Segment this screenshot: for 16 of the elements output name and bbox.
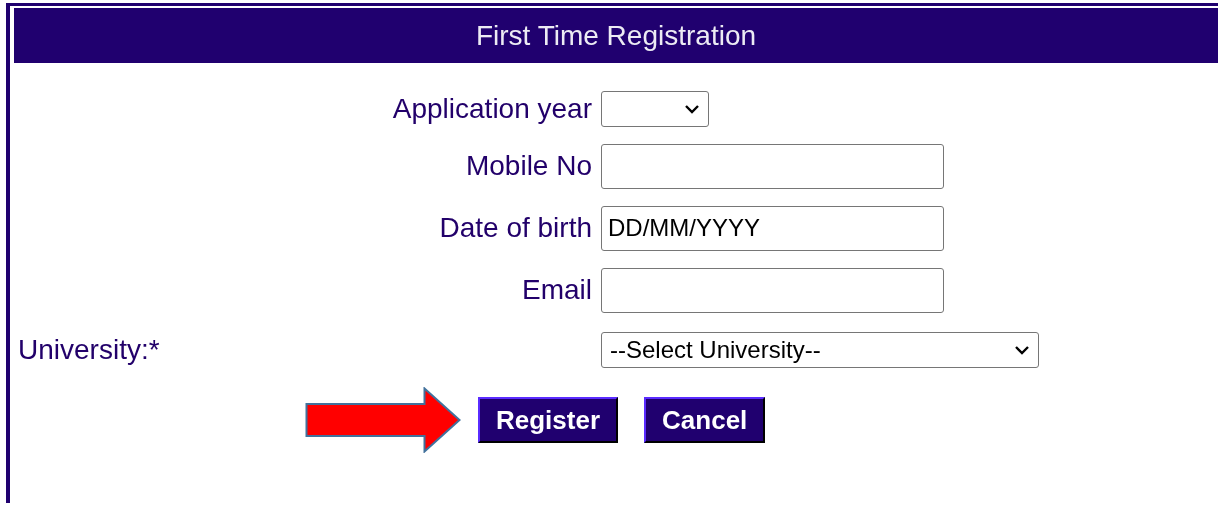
year-dropdown[interactable] (601, 91, 709, 127)
text-field[interactable] (601, 267, 944, 313)
university-label: University:* (17, 334, 160, 366)
form-button[interactable]: Cancel (644, 397, 766, 443)
field-label: Application year (392, 93, 592, 125)
chevron-down-icon (1014, 345, 1030, 355)
text-field[interactable] (601, 143, 944, 189)
form-button[interactable]: Register (478, 397, 619, 443)
field-label: Mobile No (465, 150, 592, 182)
chevron-down-icon (684, 104, 700, 114)
form-header: First Time Registration (14, 8, 1218, 63)
field-label: Date of birth (439, 212, 592, 244)
arrow-icon (305, 387, 462, 453)
text-field[interactable]: DD/MM/YYYY (601, 205, 944, 251)
field-label: Email (522, 274, 592, 306)
university-dropdown[interactable]: --Select University-- (601, 332, 1039, 368)
